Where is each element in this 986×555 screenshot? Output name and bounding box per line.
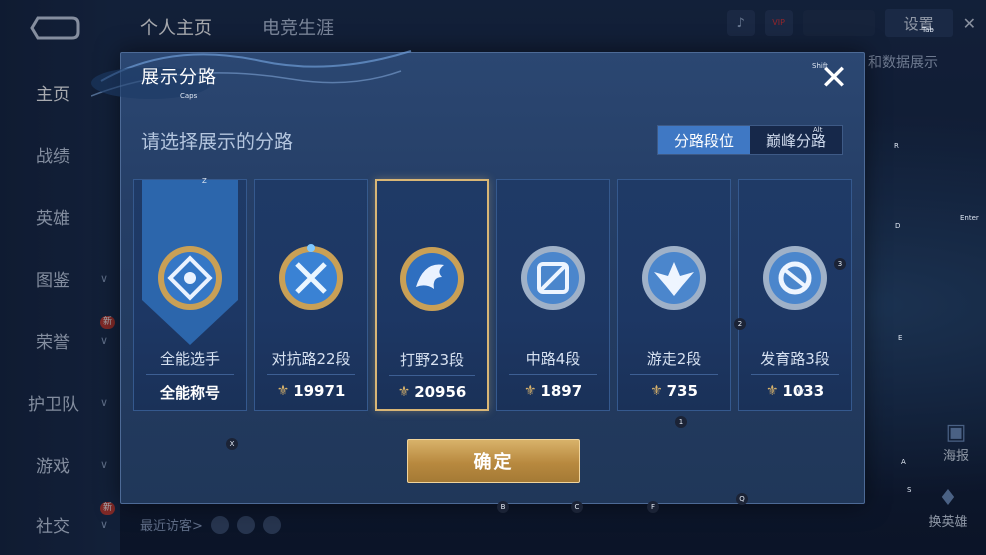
lane-stat: ⚜ 19971 (255, 382, 367, 400)
lane-name: 全能选手 (159, 350, 220, 368)
lane-display-dialog: 展示分路 ✕ 请选择展示的分路 分路段位 巅峰分路 全能选手 全能称号 对抗路2… (91, 50, 865, 504)
key-hint-tab: Tab (922, 26, 934, 34)
power-mark-icon: ⚜ (523, 383, 537, 399)
roam-emblem-icon (642, 246, 706, 310)
all-round-emblem-icon (158, 246, 222, 310)
key-hint-b: B (497, 501, 509, 513)
lane-stat: ⚜ 1897 (497, 382, 609, 400)
dialog-title: 展示分路 (141, 67, 217, 88)
lane-stat-value: 735 (666, 382, 698, 400)
lane-stat-value: 19971 (293, 382, 346, 400)
key-hint-alt: Alt (813, 126, 823, 134)
power-mark-icon: ⚜ (276, 383, 290, 399)
key-hint-q: Q (736, 493, 748, 505)
power-mark-icon: ⚜ (765, 383, 779, 399)
tab-lane-rank[interactable]: 分路段位 (658, 126, 750, 154)
divider (509, 374, 597, 375)
lane-stat-value: 20956 (414, 383, 467, 401)
divider (751, 374, 839, 375)
key-hint-a: A (901, 458, 906, 466)
key-hint-r: R (894, 142, 899, 150)
lane-name: 打野23段 (399, 351, 465, 369)
lane-stat: ⚜ 1033 (739, 382, 851, 400)
clash-lane-emblem-icon (279, 244, 343, 310)
key-hint-3: 3 (834, 258, 846, 270)
key-hint-2: 2 (734, 318, 746, 330)
key-hint-c: C (571, 501, 583, 513)
power-mark-icon: ⚜ (397, 384, 411, 400)
key-hint-x: X (226, 438, 238, 450)
lane-card-roam[interactable]: 游走2段 ⚜ 735 (617, 179, 731, 411)
farm-lane-emblem-icon (763, 246, 827, 310)
lane-name: 中路4段 (525, 350, 581, 368)
dialog-subtitle: 请选择展示的分路 (141, 131, 294, 153)
divider (146, 374, 234, 375)
key-hint-shift: Shift (812, 62, 828, 70)
lane-card-list: 全能选手 全能称号 对抗路22段 ⚜ 19971 打野23段 ⚜ 20956 中… (133, 179, 855, 411)
confirm-button[interactable]: 确定 (407, 439, 580, 483)
mid-lane-emblem-icon (521, 246, 585, 310)
divider (267, 374, 355, 375)
lane-stat: ⚜ 735 (618, 382, 730, 400)
lane-stat-value: 1897 (540, 382, 583, 400)
tab-peak-lane[interactable]: 巅峰分路 (750, 126, 842, 154)
lane-card-jungle[interactable]: 打野23段 ⚜ 20956 (375, 179, 489, 411)
lane-name: 游走2段 (646, 350, 702, 368)
lane-stat: ⚜ 20956 (377, 383, 487, 401)
key-hint-e: E (898, 334, 903, 342)
lane-name: 对抗路22段 (271, 350, 351, 368)
jungle-emblem-icon (400, 247, 464, 311)
lane-stat-value: 全能称号 (159, 384, 220, 402)
lane-stat: 全能称号 (134, 382, 246, 403)
lane-name: 发育路3段 (760, 350, 830, 368)
key-hint-f: F (647, 501, 659, 513)
power-mark-icon: ⚜ (650, 383, 663, 399)
key-hint-s: S (907, 486, 912, 494)
key-hint-w: W (797, 388, 804, 396)
divider (630, 374, 718, 375)
key-hint-enter: Enter (960, 214, 979, 222)
divider (389, 375, 475, 376)
lane-card-mid-lane[interactable]: 中路4段 ⚜ 1897 (496, 179, 610, 411)
key-hint-z: Z (202, 177, 207, 185)
key-hint-d: D (895, 222, 901, 230)
key-hint-1: 1 (675, 416, 687, 428)
key-hint-caps: Caps (180, 92, 198, 100)
lane-card-all-round[interactable]: 全能选手 全能称号 (133, 179, 247, 411)
lane-card-clash-lane[interactable]: 对抗路22段 ⚜ 19971 (254, 179, 368, 411)
lane-card-farm-lane[interactable]: 发育路3段 ⚜ 1033 (738, 179, 852, 411)
